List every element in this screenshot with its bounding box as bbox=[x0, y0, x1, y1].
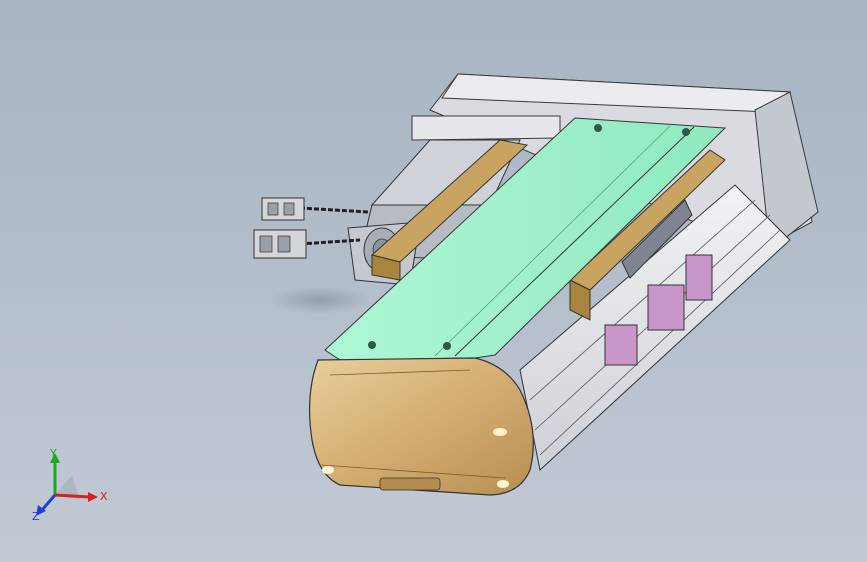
cad-graphics-viewport[interactable]: Y X Z bbox=[0, 0, 867, 562]
limit-sensor-2[interactable] bbox=[647, 284, 685, 331]
axis-triad: Y X Z bbox=[32, 447, 108, 523]
encoder-connector[interactable] bbox=[261, 197, 305, 221]
y-axis-label: Y bbox=[49, 447, 57, 460]
front-end-cap[interactable] bbox=[308, 357, 534, 496]
power-connector[interactable] bbox=[253, 229, 307, 259]
z-axis-label: Z bbox=[32, 510, 40, 523]
limit-sensor-3[interactable] bbox=[685, 254, 713, 301]
x-axis-label: X bbox=[100, 490, 108, 503]
z-axis-arrow bbox=[40, 494, 57, 511]
cable-shadow bbox=[270, 286, 370, 314]
limit-sensor-1[interactable] bbox=[604, 324, 638, 366]
x-axis-arrow bbox=[54, 493, 91, 499]
linear-actuator-model[interactable] bbox=[0, 0, 867, 562]
